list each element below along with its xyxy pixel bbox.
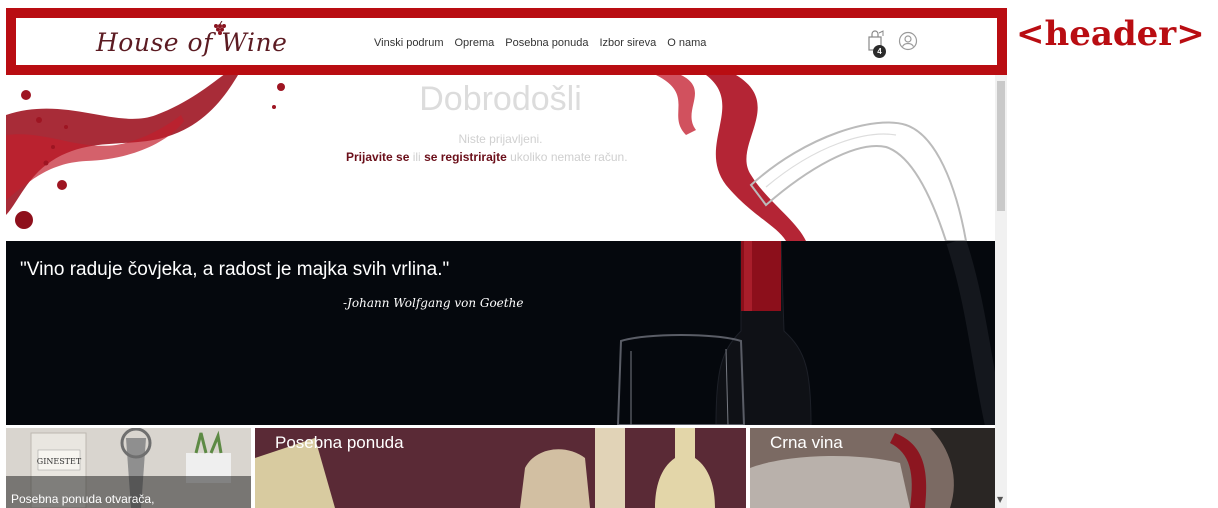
tile-openers-label: Posebna ponuda otvarača, [11,492,155,506]
quote-author: -Johann Wolfgang von Goethe [343,296,524,310]
quote-text: "Vino raduje čovjeka, a radost je majka … [20,259,450,280]
page-content: Dobrodošli Niste prijavljeni. Prijavite … [6,75,995,508]
quote-banner: "Vino raduje čovjeka, a radost je majka … [6,241,995,425]
login-link[interactable]: Prijavite se [346,150,409,164]
tile-red-wines-label: Crna vina [770,433,843,452]
nav-item-posebna-ponuda[interactable]: Posebna ponuda [505,37,588,49]
hero-banner: Dobrodošli Niste prijavljeni. Prijavite … [6,75,995,241]
not-logged-in-text: Niste prijavljeni. [458,132,543,146]
header-annotation-label: <header> [1016,14,1205,54]
tile-red-wines[interactable]: Crna vina [750,428,995,508]
register-suffix: ukoliko nemate račun. [510,150,628,164]
category-tiles: GINESTET Posebna ponuda otvarača, Posebn… [6,428,995,508]
nav-item-izbor-sireva[interactable]: Izbor sireva [599,37,656,49]
scroll-down-arrow-icon[interactable]: ▼ [997,495,1003,504]
welcome-title: Dobrodošli [419,80,582,118]
scrollbar-thumb[interactable] [997,81,1005,211]
nav-item-o-nama[interactable]: O nama [667,37,706,49]
tile-special-offer-label: Posebna ponuda [275,433,404,452]
cart-count-badge: 4 [873,45,886,58]
page-scrollbar[interactable]: ▼ [995,75,1007,508]
grape-icon [214,21,226,35]
register-link[interactable]: se registrirajte [424,150,507,164]
nav-item-oprema[interactable]: Oprema [455,37,495,49]
tile-openers[interactable]: GINESTET Posebna ponuda otvarača, [6,428,251,508]
tile-special-offer[interactable]: Posebna ponuda [255,428,746,508]
user-icon[interactable] [898,31,918,51]
site-header: House of Wine Vinski podrum Oprema Poseb… [6,8,1007,75]
nav-item-vinski-podrum[interactable]: Vinski podrum [374,37,444,49]
svg-text:GINESTET: GINESTET [37,457,82,466]
or-text: ili [412,150,421,164]
main-nav: Vinski podrum Oprema Posebna ponuda Izbo… [374,37,717,49]
site-logo[interactable]: House of Wine [96,28,287,57]
login-prompt: Prijavite se ili se registrirajte ukolik… [346,150,628,164]
